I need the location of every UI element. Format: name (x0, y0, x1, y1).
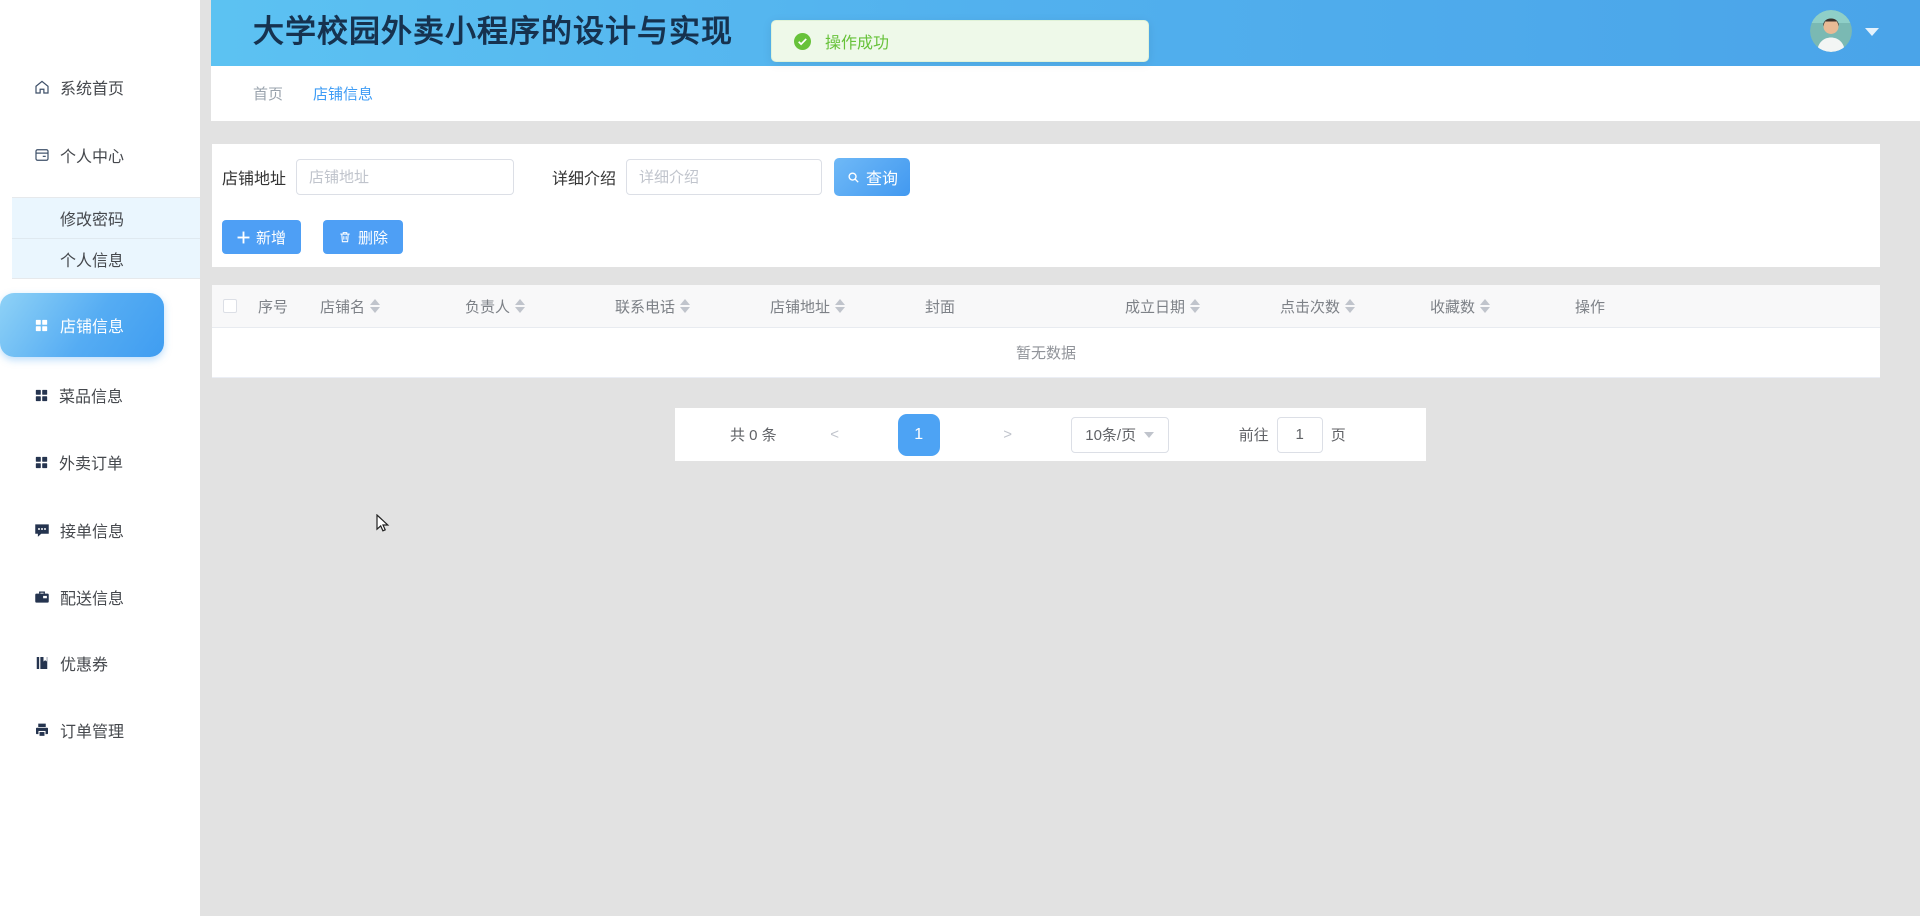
table-header-row: 序号 店铺名 负责人 联系电话 店铺地址 封面 成立日期 点击次数 收藏数 操作 (212, 285, 1880, 328)
sidebar-item-shop-info-active[interactable]: 店铺信息 (0, 293, 164, 357)
column-header-manager: 负责人 (455, 296, 605, 317)
sidebar-item-label: 配送信息 (60, 591, 125, 608)
intro-input[interactable] (626, 159, 823, 195)
mouse-cursor (374, 513, 393, 538)
sidebar-item-coupons[interactable]: 优惠券 (0, 648, 200, 678)
pagination-total: 共 0 条 (730, 427, 777, 444)
briefcase-icon (35, 591, 49, 603)
sort-caret[interactable] (515, 299, 526, 313)
breadcrumb-home[interactable]: 首页 (253, 83, 283, 104)
shop-address-input[interactable] (296, 159, 515, 195)
printer-icon (36, 723, 48, 737)
delete-button-label: 删除 (358, 229, 389, 247)
sidebar-item-label: 订单管理 (60, 724, 125, 741)
sidebar-item-label: 个人中心 (60, 149, 125, 166)
sort-caret[interactable] (835, 299, 846, 313)
next-page-button[interactable]: > (1000, 426, 1016, 443)
add-button[interactable]: 新增 (222, 220, 302, 254)
column-header-founded-date: 成立日期 (1115, 296, 1270, 317)
sidebar-item-label: 菜品信息 (59, 389, 124, 406)
table-empty-state: 暂无数据 (212, 328, 1880, 378)
grid-icon (35, 456, 48, 468)
sidebar-item-personal-center[interactable]: 个人中心 (0, 140, 200, 170)
shop-table: 序号 店铺名 负责人 联系电话 店铺地址 封面 成立日期 点击次数 收藏数 操作… (212, 285, 1880, 378)
sidebar-item-label: 个人信息 (60, 252, 125, 270)
sidebar-item-takeout-orders[interactable]: 外卖订单 (0, 447, 200, 477)
pagination: 共 0 条 < 1 > 10条/页 前往 页 (675, 408, 1426, 461)
sidebar-item-label: 优惠券 (60, 657, 109, 674)
sort-caret[interactable] (370, 299, 381, 313)
shop-address-label: 店铺地址 (222, 171, 287, 188)
sidebar: 系统首页 个人中心 修改密码 个人信息 店铺信息 菜品信息 外卖订单 接单信息 … (0, 0, 200, 916)
trash-icon (340, 232, 350, 243)
sidebar-item-order-taking-info[interactable]: 接单信息 (0, 515, 200, 545)
avatar-photo (1810, 10, 1852, 52)
column-header-actions: 操作 (1575, 298, 1606, 316)
column-header-index: 序号 (258, 298, 289, 316)
sidebar-item-label: 店铺信息 (60, 319, 125, 336)
home-icon (35, 80, 49, 94)
chevron-down-icon[interactable] (1865, 28, 1879, 36)
goto-page-input[interactable] (1276, 416, 1323, 453)
sidebar-item-label: 接单信息 (60, 524, 125, 541)
sidebar-item-label: 修改密码 (60, 212, 125, 229)
add-button-label: 新增 (256, 229, 287, 247)
toast-message: 操作成功 (825, 35, 890, 52)
chat-icon (35, 524, 49, 537)
sidebar-item-dish-info[interactable]: 菜品信息 (0, 380, 200, 410)
sidebar-item-system-home[interactable]: 系统首页 (0, 72, 200, 102)
goto-unit-label: 页 (1330, 427, 1346, 444)
workspace-icon (35, 149, 49, 161)
grid-icon (35, 319, 48, 331)
sort-caret[interactable] (1190, 299, 1201, 313)
select-all-checkbox[interactable] (223, 299, 237, 313)
column-header-cover: 封面 (925, 298, 956, 316)
chevron-down-icon (1144, 431, 1155, 438)
success-toast: 操作成功 (771, 20, 1149, 62)
column-header-address: 店铺地址 (760, 296, 915, 317)
column-header-phone: 联系电话 (605, 296, 760, 317)
sidebar-item-change-password[interactable]: 修改密码 (12, 198, 200, 238)
grid-icon (35, 389, 48, 401)
intro-label: 详细介绍 (552, 171, 617, 188)
sort-caret[interactable] (1345, 299, 1356, 313)
sort-caret[interactable] (680, 299, 691, 313)
search-panel: 店铺地址 详细介绍 查询 新增 删除 (212, 144, 1880, 267)
avatar[interactable] (1810, 10, 1852, 52)
sidebar-item-personal-info[interactable]: 个人信息 (12, 238, 200, 278)
breadcrumb-current[interactable]: 店铺信息 (313, 83, 373, 104)
delete-button[interactable]: 删除 (323, 220, 404, 254)
breadcrumb: 首页 店铺信息 (211, 66, 1920, 121)
page-size-select[interactable]: 10条/页 (1070, 416, 1169, 453)
page-title: 大学校园外卖小程序的设计与实现 (253, 14, 733, 49)
sidebar-item-delivery-info[interactable]: 配送信息 (0, 582, 200, 612)
current-page-button[interactable]: 1 (897, 413, 940, 456)
sidebar-item-label: 外卖订单 (59, 456, 124, 473)
coupon-icon (36, 657, 48, 669)
plus-icon (237, 231, 250, 243)
goto-label: 前往 (1238, 427, 1269, 444)
page-size-value: 10条/页 (1085, 427, 1137, 444)
prev-page-button[interactable]: < (827, 426, 843, 443)
sidebar-item-order-management[interactable]: 订单管理 (0, 715, 200, 745)
sidebar-item-label: 系统首页 (60, 81, 125, 98)
search-icon (848, 171, 859, 183)
column-header-favorites: 收藏数 (1420, 296, 1565, 317)
sort-caret[interactable] (1480, 299, 1491, 313)
success-check-icon (794, 32, 811, 50)
personal-center-submenu: 修改密码 个人信息 (12, 197, 200, 279)
column-header-clicks: 点击次数 (1270, 296, 1420, 317)
column-header-shop-name: 店铺名 (310, 296, 455, 317)
query-button[interactable]: 查询 (834, 158, 911, 196)
query-button-label: 查询 (866, 171, 899, 188)
